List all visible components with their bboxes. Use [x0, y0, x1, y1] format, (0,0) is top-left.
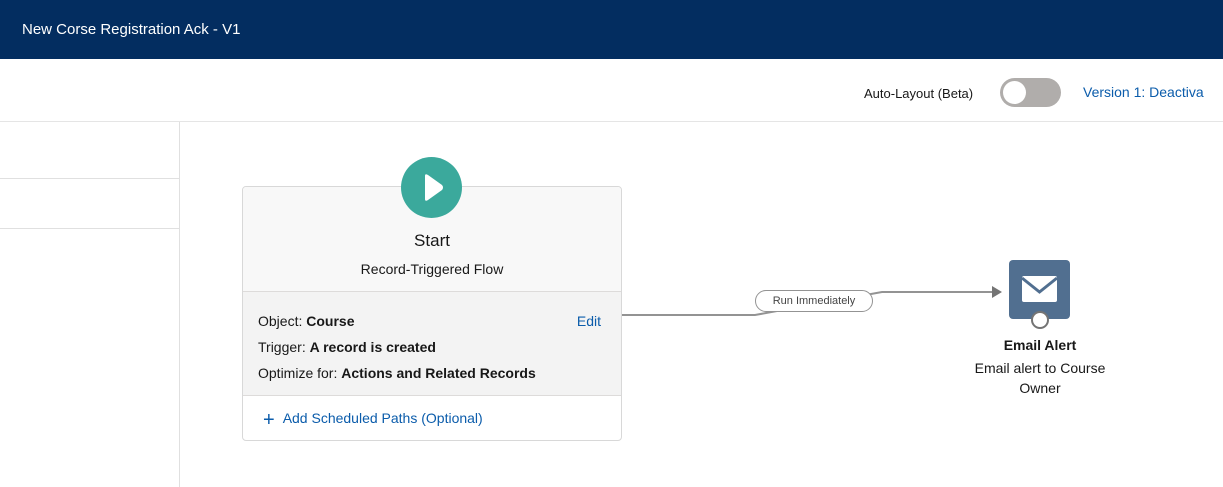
- trigger-value: A record is created: [309, 339, 436, 355]
- object-label: Object:: [258, 313, 303, 329]
- start-node-card[interactable]: Start Record-Triggered Flow Object: Cour…: [242, 186, 622, 441]
- edit-link[interactable]: Edit: [577, 313, 601, 329]
- optimize-label: Optimize for:: [258, 365, 338, 381]
- trigger-row: Trigger: A record is created: [258, 339, 436, 355]
- play-icon[interactable]: [401, 157, 462, 218]
- panel-divider: [0, 178, 179, 179]
- auto-layout-label: Auto-Layout (Beta): [864, 86, 974, 101]
- left-panel: [0, 122, 180, 487]
- version-status-link[interactable]: Version 1: Deactiva: [1083, 84, 1204, 100]
- app-header: New Corse Registration Ack - V1: [0, 0, 1223, 59]
- plus-icon: +: [263, 409, 275, 431]
- email-alert-description: Email alert to Course Owner: [974, 360, 1106, 396]
- email-alert-title: Email Alert: [1003, 337, 1077, 353]
- trigger-label: Trigger:: [258, 339, 306, 355]
- object-value: Course: [306, 313, 355, 329]
- start-node-subtitle: Record-Triggered Flow: [360, 261, 504, 277]
- flow-title: New Corse Registration Ack - V1: [22, 21, 241, 38]
- node-connector-circle[interactable]: [1031, 311, 1049, 329]
- toolbar: Auto-Layout (Beta) Version 1: Deactiva: [0, 59, 1223, 122]
- optimize-value: Actions and Related Records: [341, 365, 536, 381]
- arrow-head-icon: [992, 286, 1002, 298]
- add-paths-label: Add Scheduled Paths (Optional): [282, 410, 483, 426]
- toggle-knob: [1003, 81, 1026, 104]
- optimize-row: Optimize for: Actions and Related Record…: [258, 365, 536, 381]
- play-glyph: [425, 174, 443, 201]
- start-node-title: Start: [414, 231, 450, 250]
- run-immediately-label[interactable]: Run Immediately: [755, 290, 873, 312]
- auto-layout-toggle[interactable]: [1000, 78, 1061, 107]
- start-node-details: Object: Course Edit Trigger: A record is…: [243, 291, 621, 396]
- add-scheduled-paths-button[interactable]: + Add Scheduled Paths (Optional): [263, 409, 483, 432]
- panel-divider: [0, 228, 179, 229]
- object-row: Object: Course: [258, 313, 354, 329]
